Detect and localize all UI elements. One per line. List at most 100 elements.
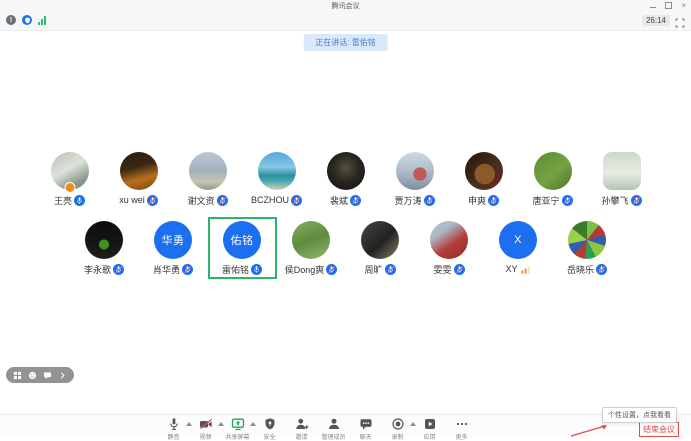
settings-tooltip[interactable]: 个性设置，点我看看	[602, 407, 677, 423]
security-icon	[263, 417, 277, 431]
maximize-icon[interactable]	[665, 2, 672, 9]
mic-icon	[167, 417, 181, 431]
members-icon	[327, 417, 341, 431]
apps-icon	[423, 417, 437, 431]
toolbar-members-button[interactable]: 管理成员	[323, 417, 345, 441]
participant-tile[interactable]: 岳晓乐	[553, 217, 622, 279]
speaking-banner: 正在讲话: 雷佑铭	[303, 34, 387, 51]
chat-icon	[359, 417, 373, 431]
toolbar-camera-button[interactable]: 视频	[195, 417, 217, 441]
toolbar-invite-button[interactable]: 邀请	[291, 417, 313, 441]
header: 腾讯会议 × ! 26:14	[0, 0, 691, 31]
participant-tile[interactable]: 孙攀飞	[587, 148, 656, 210]
toolbar-record-button[interactable]: 录制	[387, 417, 409, 441]
caret-up-icon[interactable]	[250, 422, 256, 426]
name-row: 贾万涛	[394, 194, 434, 206]
avatar	[396, 152, 434, 190]
avatar	[534, 152, 572, 190]
avatar	[51, 152, 89, 190]
avatar: 华勇	[154, 221, 192, 259]
participant-name: BCZHOU	[251, 195, 289, 205]
name-row: 雯雯	[433, 263, 464, 275]
participant-tile[interactable]: 佑铭 雷佑铭	[208, 217, 277, 279]
chat-bubble-icon[interactable]	[43, 371, 52, 380]
security-shield-icon[interactable]	[22, 15, 32, 25]
participant-name: 岳晓乐	[567, 263, 594, 276]
mic-status-icon	[217, 195, 228, 206]
quick-pill[interactable]	[6, 367, 74, 383]
end-meeting-button[interactable]: 结束会议	[639, 422, 679, 437]
participant-tile[interactable]: 王亮	[35, 148, 104, 210]
mic-status-icon	[251, 264, 262, 275]
participant-name: xu wei	[119, 195, 145, 205]
participant-tile[interactable]: X XY	[484, 217, 553, 279]
participant-tile[interactable]: 华勇 肖华勇	[139, 217, 208, 279]
fullscreen-icon[interactable]	[675, 15, 685, 25]
caret-up-icon[interactable]	[410, 422, 416, 426]
participant-tile[interactable]: 侯Dong爽	[277, 217, 346, 279]
info-icon[interactable]: !	[6, 15, 16, 25]
participant-tile[interactable]: xu wei	[104, 148, 173, 210]
invite-icon	[295, 417, 309, 431]
avatar: 佑铭	[223, 221, 261, 259]
caret-up-icon[interactable]	[218, 422, 224, 426]
reaction-badge	[64, 182, 75, 193]
mic-status-icon	[596, 264, 607, 275]
participant-tile[interactable]: 申爽	[449, 148, 518, 210]
mic-status-icon	[147, 195, 158, 206]
status-icons: !	[6, 15, 46, 25]
participant-tile[interactable]: 雯雯	[415, 217, 484, 279]
participant-name: 侯Dong爽	[285, 263, 325, 276]
participant-tile[interactable]: 周旷	[346, 217, 415, 279]
participant-name: XY	[505, 264, 517, 274]
toolbar-chat-button[interactable]: 聊天	[355, 417, 377, 441]
timer-area: 26:14	[642, 15, 685, 26]
participant-name: 肖华勇	[153, 263, 180, 276]
participant-name: 贾万涛	[394, 194, 421, 207]
name-row: 唐亚宁	[532, 194, 572, 206]
name-row: 岳晓乐	[567, 263, 607, 275]
participant-name: 谢文资	[187, 194, 214, 207]
mic-status-icon	[326, 264, 337, 275]
camera-icon	[199, 417, 213, 431]
name-row: 肖华勇	[153, 263, 193, 275]
mic-status-icon	[74, 195, 85, 206]
participant-tile[interactable]: 贾万涛	[380, 148, 449, 210]
caret-up-icon[interactable]	[186, 422, 192, 426]
mic-status-icon	[350, 195, 361, 206]
mic-status-icon	[424, 195, 435, 206]
participant-name: 周旷	[364, 263, 382, 276]
minimize-icon[interactable]	[650, 7, 656, 8]
toolbar-apps-button[interactable]: 应用	[419, 417, 441, 441]
participant-tile[interactable]: 谢文资	[173, 148, 242, 210]
toolbar-items: 静音 视频 共享屏幕 安全 邀请 管理成员 聊天 录制 应用 更多	[0, 417, 663, 441]
participant-tile[interactable]: 唐亚宁	[518, 148, 587, 210]
name-row: xu wei	[119, 194, 158, 206]
avatar-initials: 佑铭	[231, 232, 254, 248]
layout-grid-icon[interactable]	[13, 371, 22, 380]
window-controls: ×	[650, 1, 686, 10]
toolbar-more-button[interactable]: 更多	[451, 417, 473, 441]
avatar	[258, 152, 296, 190]
name-row: 孙攀飞	[601, 194, 641, 206]
toolbar-mic-button[interactable]: 静音	[163, 417, 185, 441]
participant-name: 雯雯	[433, 263, 451, 276]
participant-tile[interactable]: 裴斌	[311, 148, 380, 210]
mic-status-icon	[113, 264, 124, 275]
network-signal-icon[interactable]	[38, 16, 46, 25]
participants-row-1: 王亮 xu wei 谢文资 BCZHOU	[0, 148, 691, 210]
emoji-icon[interactable]	[28, 371, 37, 380]
close-icon[interactable]: ×	[681, 2, 686, 10]
participant-tile[interactable]: 李永歌	[70, 217, 139, 279]
mic-status-icon	[291, 195, 302, 206]
toolbar: 静音 视频 共享屏幕 安全 邀请 管理成员 聊天 录制 应用 更多	[0, 414, 691, 437]
share-icon	[231, 417, 245, 431]
mic-status-icon	[385, 264, 396, 275]
toolbar-share-button[interactable]: 共享屏幕	[227, 417, 249, 441]
name-row: 王亮	[54, 194, 85, 206]
chevron-right-icon[interactable]	[58, 371, 67, 380]
toolbar-security-button[interactable]: 安全	[259, 417, 281, 441]
participant-tile[interactable]: BCZHOU	[242, 148, 311, 210]
name-row: 申爽	[468, 194, 499, 206]
more-icon	[455, 417, 469, 431]
